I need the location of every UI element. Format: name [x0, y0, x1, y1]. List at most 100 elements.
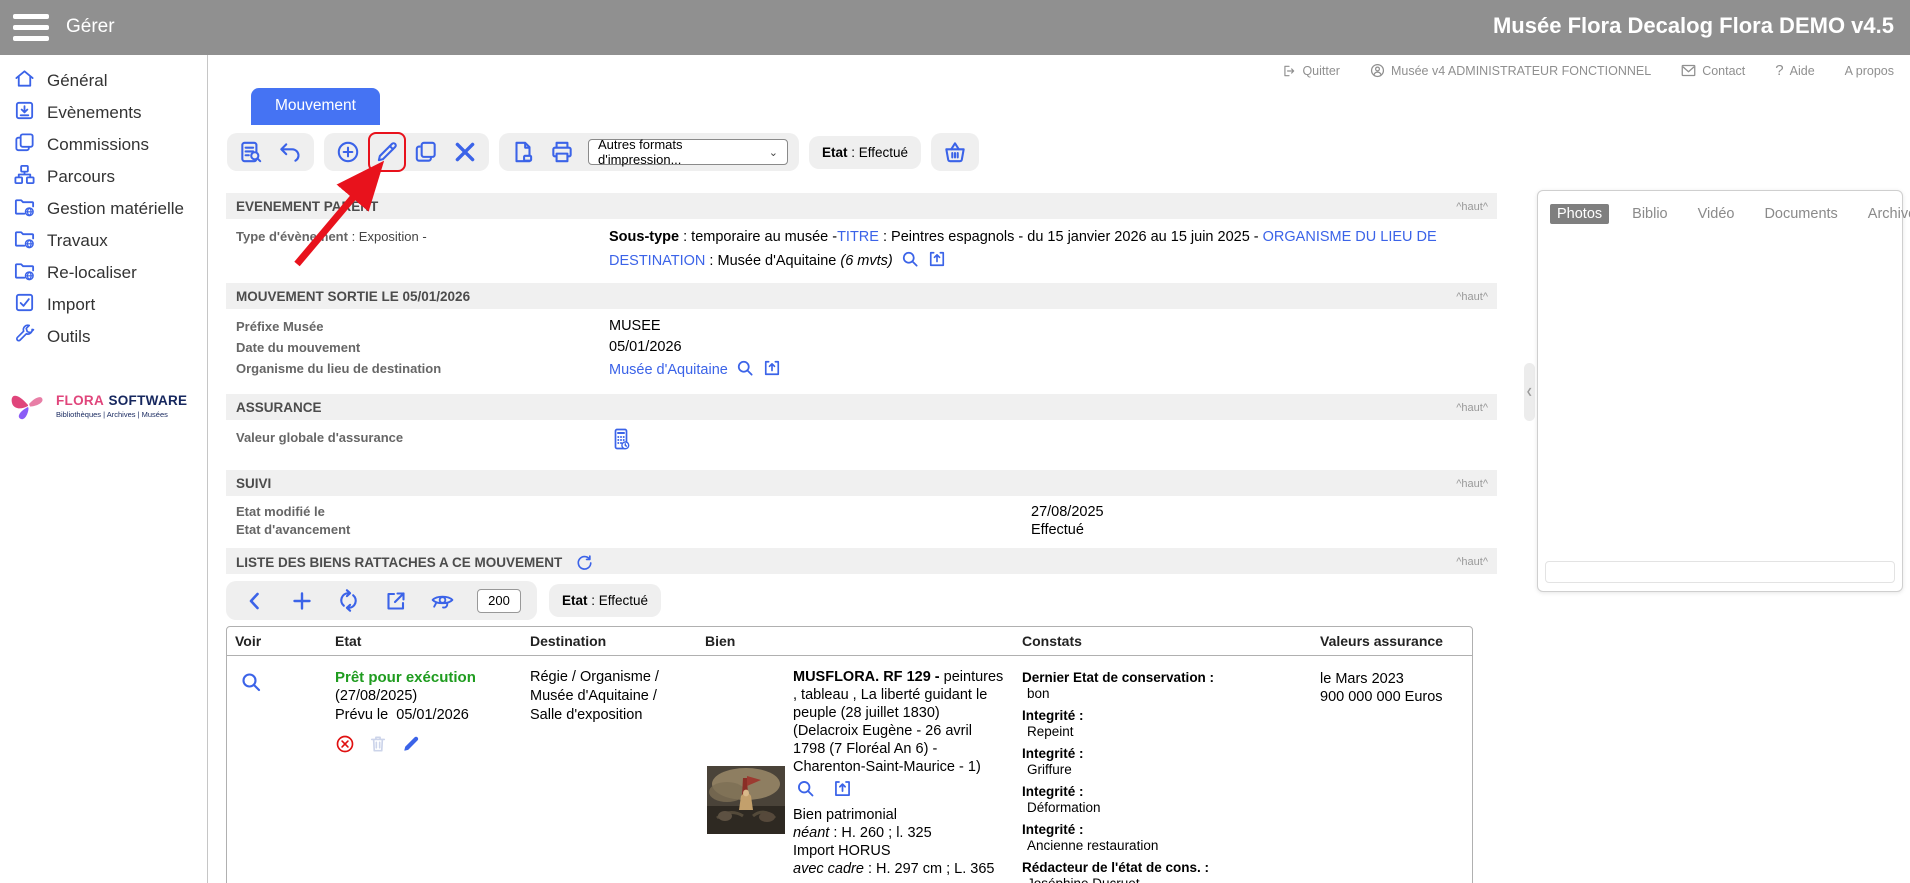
- hamburger-menu-icon[interactable]: [13, 14, 49, 41]
- open-record-icon[interactable]: [927, 249, 947, 277]
- basket-icon[interactable]: [942, 139, 968, 165]
- folder-globe-icon: [13, 259, 36, 287]
- sidebar-item-re-localiser[interactable]: Re-localiser: [0, 257, 207, 289]
- toolbar-group-edit: [324, 133, 489, 171]
- titre-link[interactable]: TITRE: [837, 229, 879, 245]
- etat-avancement-label: Etat d'avancement: [226, 521, 609, 539]
- printer-icon[interactable]: [549, 139, 575, 165]
- sidebar-item-general[interactable]: Général: [0, 65, 207, 97]
- bien-dimensions: néant : H. 260 ; l. 325: [793, 824, 1006, 842]
- section-evenement-parent: EVENEMENT PARENT ^haut^: [226, 193, 1497, 219]
- artwork-thumbnail[interactable]: [707, 766, 785, 834]
- biens-table: Voir Etat Destination Bien Constats Vale…: [226, 626, 1473, 883]
- search-icon[interactable]: [795, 778, 816, 804]
- table-header-row: Voir Etat Destination Bien Constats Vale…: [227, 627, 1472, 656]
- section-suivi: SUIVI ^haut^: [226, 470, 1497, 496]
- date-mouvement-label: Date du mouvement: [226, 337, 609, 358]
- calculator-icon[interactable]: [609, 427, 633, 458]
- recycle-icon[interactable]: [336, 588, 361, 613]
- tab-biblio[interactable]: Biblio: [1625, 204, 1674, 224]
- organisme-lieu-value-link[interactable]: Musée d'Aquitaine: [609, 362, 728, 378]
- haut-link[interactable]: ^haut^: [1456, 402, 1488, 414]
- prefixe-musee-value: MUSEE: [609, 316, 661, 337]
- cancel-circle-icon[interactable]: [335, 734, 355, 754]
- home-icon: [13, 67, 36, 95]
- etat-filter-chip: Etat : Effectué: [549, 584, 661, 617]
- organisme-lieu-label: Organisme du lieu de destination: [226, 358, 609, 379]
- table-row: Prêt pour exécution (27/08/2025) Prévu l…: [227, 656, 1472, 883]
- etat-avancement-value: Effectué: [1031, 521, 1084, 539]
- folders-icon: [13, 131, 36, 159]
- sidebar-item-outils[interactable]: Outils: [0, 321, 207, 353]
- tab-video[interactable]: Vidéo: [1691, 204, 1742, 224]
- haut-link[interactable]: ^haut^: [1456, 478, 1488, 490]
- add-icon[interactable]: [335, 139, 361, 165]
- sidebar-item-commissions[interactable]: Commissions: [0, 129, 207, 161]
- tab-mouvement[interactable]: Mouvement: [251, 88, 380, 125]
- undo-icon[interactable]: [277, 139, 303, 165]
- haut-link[interactable]: ^haut^: [1456, 201, 1488, 213]
- col-header-etat: Etat: [327, 627, 522, 655]
- search-icon[interactable]: [735, 358, 755, 385]
- external-link-icon[interactable]: [383, 588, 408, 613]
- result-count-input[interactable]: [477, 589, 521, 613]
- add-item-icon[interactable]: [289, 588, 314, 613]
- open-record-icon[interactable]: [832, 778, 853, 804]
- type-evenement-label: Type d'évènement : Exposition -: [226, 226, 609, 247]
- tab-documents[interactable]: Documents: [1757, 204, 1844, 224]
- edit-pencil-icon[interactable]: [401, 734, 421, 754]
- trash-icon[interactable]: [368, 734, 388, 754]
- cell-bien: MUSFLORA. RF 129 - peintures , tableau ,…: [697, 656, 1014, 883]
- bien-type: Bien patrimonial: [793, 806, 1006, 824]
- cell-destination: Régie / Organisme / Musée d'Aquitaine / …: [522, 656, 697, 883]
- col-header-bien: Bien: [697, 627, 1014, 655]
- flora-software-logo: FLORA SOFTWARE Bibliothèques | Archives …: [8, 383, 207, 428]
- application-window: Gérer Musée Flora Decalog Flora DEMO v4.…: [0, 0, 1910, 883]
- sidebar-item-evenements[interactable]: Evènements: [0, 97, 207, 129]
- view-search-icon[interactable]: [239, 670, 263, 698]
- list-toolbar: Etat : Effectué: [226, 581, 1497, 620]
- tab-archives[interactable]: Archives: [1861, 204, 1910, 224]
- sidebar-item-import[interactable]: Import: [0, 289, 207, 321]
- folder-globe-icon: [13, 195, 36, 223]
- date-mouvement-value: 05/01/2026: [609, 337, 682, 358]
- valeur-assurance-label: Valeur globale d'assurance: [226, 427, 609, 448]
- horus-eye-icon[interactable]: [430, 588, 455, 613]
- delete-x-icon[interactable]: [452, 139, 478, 165]
- document-print-icon[interactable]: [510, 139, 536, 165]
- section-mouvement-sortie: MOUVEMENT SORTIE LE 05/01/2026 ^haut^: [226, 283, 1497, 309]
- edit-pencil-icon[interactable]: [374, 139, 400, 165]
- cell-voir: [227, 656, 327, 883]
- haut-link[interactable]: ^haut^: [1456, 556, 1488, 568]
- cell-valeurs-assurance: le Mars 2023 900 000 000 Euros: [1312, 656, 1472, 883]
- search-icon[interactable]: [900, 249, 920, 277]
- media-tabs: Photos Biblio Vidéo Documents Archives: [1538, 191, 1902, 232]
- cell-constats: Dernier Etat de conservation : bon Integ…: [1014, 656, 1312, 883]
- folder-globe-icon: [13, 227, 36, 255]
- sidebar-item-travaux[interactable]: Travaux: [0, 225, 207, 257]
- panel-collapse-handle[interactable]: [1524, 363, 1535, 421]
- back-chevron-icon[interactable]: [242, 588, 267, 613]
- bien-description: MUSFLORA. RF 129 - peintures , tableau ,…: [793, 664, 1006, 883]
- chevron-down-icon: ⌄: [769, 146, 778, 159]
- print-format-select[interactable]: Autres formats d'impression... ⌄: [588, 139, 788, 165]
- sidebar-item-parcours[interactable]: Parcours: [0, 161, 207, 193]
- status-date: (27/08/2025): [335, 687, 514, 706]
- prefixe-musee-label: Préfixe Musée: [226, 316, 609, 337]
- media-panel-footer: [1545, 561, 1895, 583]
- etat-filter-chip: Etat : Effectué: [809, 136, 921, 169]
- top-bar: Gérer Musée Flora Decalog Flora DEMO v4.…: [0, 0, 1910, 55]
- bien-import: Import HORUS: [793, 842, 1006, 860]
- evenement-parent-summary: Sous-type : temporaire au musée -TITRE :…: [609, 226, 1497, 277]
- refresh-icon[interactable]: [575, 554, 593, 575]
- haut-link[interactable]: ^haut^: [1456, 291, 1488, 303]
- open-record-icon[interactable]: [762, 358, 782, 385]
- menu-label[interactable]: Gérer: [66, 16, 115, 38]
- col-header-voir: Voir: [227, 627, 327, 655]
- sidebar-item-gestion-materielle[interactable]: Gestion matérielle: [0, 193, 207, 225]
- duplicate-icon[interactable]: [413, 139, 439, 165]
- list-search-icon[interactable]: [238, 139, 264, 165]
- app-title: Musée Flora Decalog Flora DEMO v4.5: [1493, 13, 1894, 39]
- tab-photos[interactable]: Photos: [1550, 204, 1609, 224]
- col-header-constats: Constats: [1014, 627, 1312, 655]
